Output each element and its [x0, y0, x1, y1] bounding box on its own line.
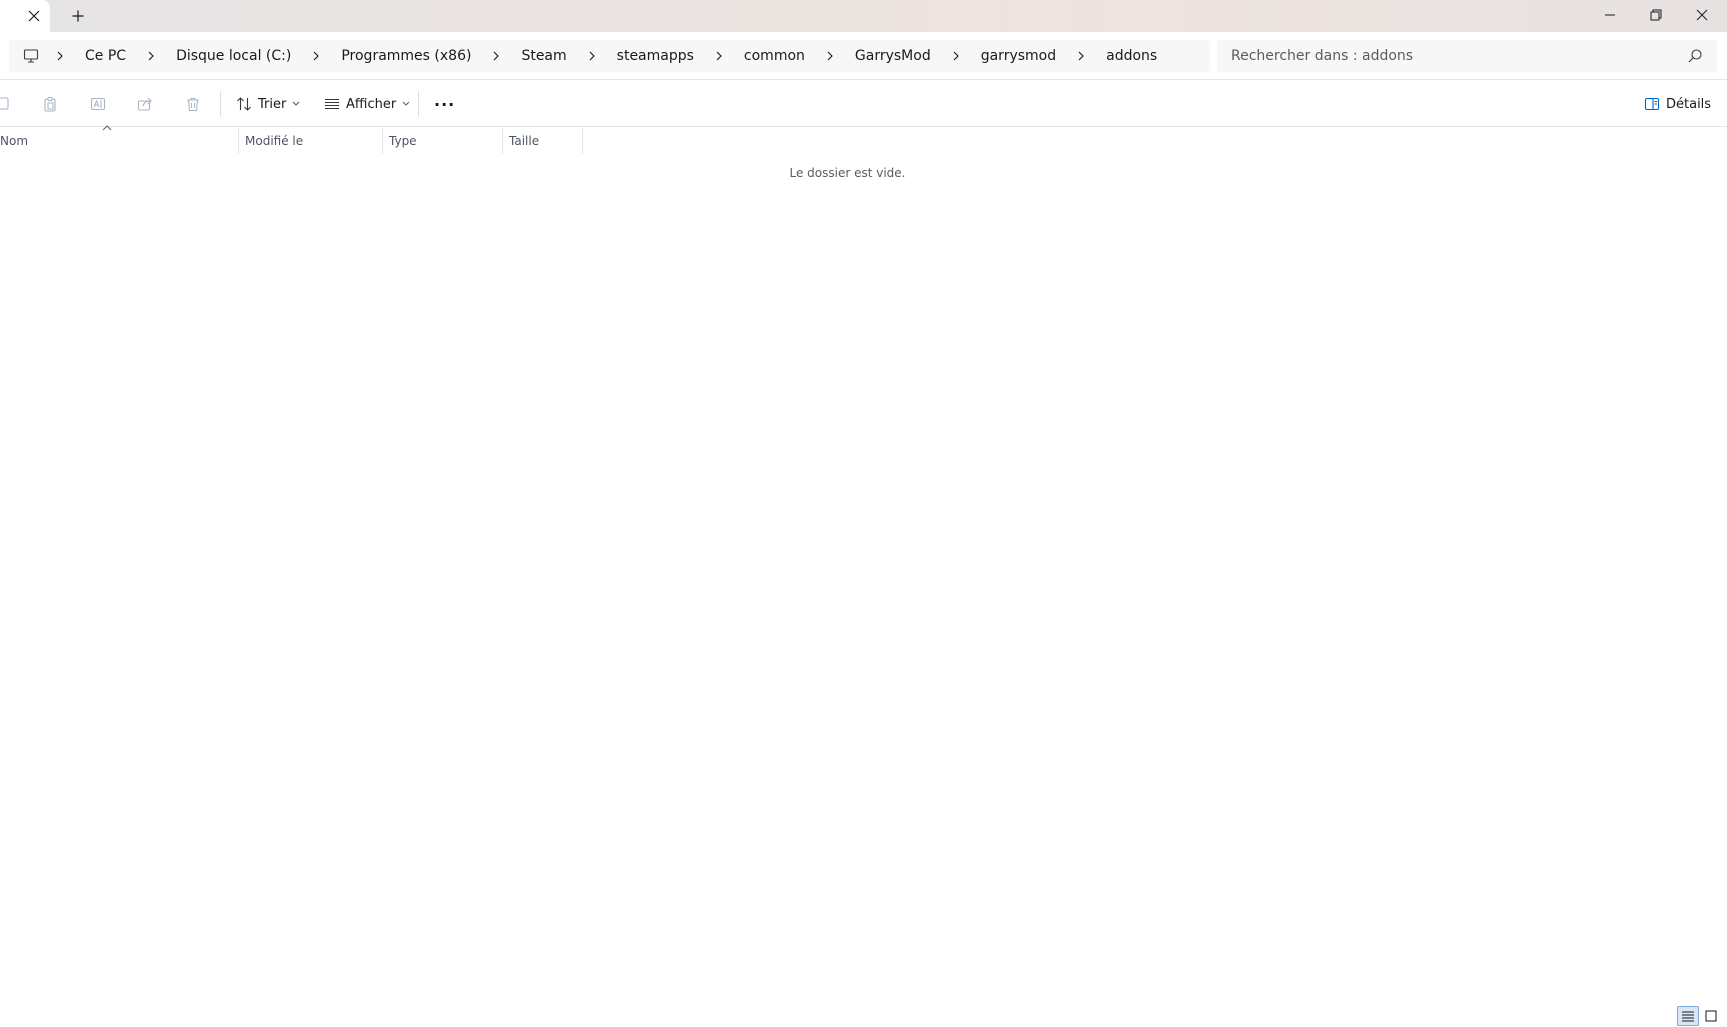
- close-window-button[interactable]: [1679, 0, 1725, 30]
- delete-button[interactable]: [181, 92, 205, 116]
- search-icon[interactable]: [1687, 48, 1703, 64]
- breadcrumb-separator[interactable]: [485, 40, 507, 72]
- column-header-name-label: Nom: [0, 134, 29, 148]
- toolbar-divider: [418, 91, 419, 117]
- view-label: Afficher: [346, 96, 397, 112]
- rename-icon: [90, 97, 106, 111]
- active-tab[interactable]: [0, 0, 50, 32]
- details-view-toggle[interactable]: [1677, 1006, 1699, 1026]
- chevron-down-icon: [292, 101, 300, 106]
- address-bar[interactable]: Ce PC Disque local (C:) Programmes (x86)…: [9, 40, 1210, 72]
- command-bar: Trier Afficher ··· Détails: [0, 80, 1727, 127]
- chevron-right-icon: [589, 51, 595, 61]
- breadcrumb-separator[interactable]: [305, 40, 327, 72]
- breadcrumb-separator[interactable]: [581, 40, 603, 72]
- sort-icon: [237, 97, 251, 111]
- sort-button[interactable]: Trier: [236, 88, 300, 120]
- column-header-type-label: Type: [389, 134, 417, 148]
- breadcrumb-item[interactable]: Steam: [507, 40, 580, 72]
- chevron-right-icon: [313, 51, 320, 61]
- copy-button[interactable]: [0, 92, 16, 116]
- new-tab-button[interactable]: [68, 6, 88, 26]
- details-pane-button[interactable]: Détails: [1644, 88, 1711, 120]
- breadcrumb-item[interactable]: GarrysMod: [841, 40, 945, 72]
- restore-button[interactable]: [1633, 0, 1679, 30]
- chevron-down-icon: [402, 101, 410, 106]
- minimize-icon: [1605, 14, 1615, 16]
- details-label: Détails: [1666, 96, 1712, 112]
- breadcrumb-separator[interactable]: [140, 40, 162, 72]
- details-view-icon: [1682, 1011, 1694, 1022]
- column-header-size[interactable]: Taille: [503, 128, 583, 154]
- breadcrumb-item[interactable]: Disque local (C:): [162, 40, 305, 72]
- more-options-icon: ···: [434, 94, 456, 114]
- paste-icon: [44, 97, 56, 112]
- chevron-right-icon: [953, 51, 959, 61]
- chevron-right-icon: [148, 51, 154, 61]
- search-placeholder: Rechercher dans : addons: [1231, 48, 1414, 64]
- breadcrumb-item[interactable]: steamapps: [603, 40, 708, 72]
- breadcrumb-separator[interactable]: [819, 40, 841, 72]
- pc-icon-glyph: [23, 49, 39, 63]
- breadcrumb-separator[interactable]: [1070, 40, 1092, 72]
- breadcrumb-separator[interactable]: [49, 40, 71, 72]
- rename-button[interactable]: [86, 92, 110, 116]
- close-icon: [1696, 9, 1708, 21]
- details-pane-icon: [1644, 97, 1660, 111]
- empty-folder-message: Le dossier est vide.: [789, 166, 906, 180]
- column-header-size-label: Taille: [509, 134, 540, 148]
- chevron-right-icon: [1078, 51, 1084, 61]
- chevron-right-icon: [827, 51, 833, 61]
- restore-icon: [1650, 9, 1662, 21]
- breadcrumb-item[interactable]: common: [730, 40, 819, 72]
- pc-icon[interactable]: [13, 40, 49, 72]
- view-icon: [325, 98, 339, 110]
- chevron-right-icon: [494, 51, 500, 61]
- breadcrumb-item[interactable]: Ce PC: [71, 40, 140, 72]
- minimize-button[interactable]: [1587, 0, 1633, 30]
- tiles-view-icon: [1705, 1010, 1717, 1022]
- copy-icon: [0, 97, 9, 110]
- paste-button[interactable]: [38, 92, 62, 116]
- close-tab-button[interactable]: [24, 6, 44, 26]
- delete-icon: [187, 97, 199, 112]
- search-box[interactable]: Rechercher dans : addons: [1217, 40, 1717, 72]
- address-row: Ce PC Disque local (C:) Programmes (x86)…: [0, 32, 1727, 80]
- breadcrumb-separator[interactable]: [708, 40, 730, 72]
- title-bar: [0, 0, 1727, 32]
- column-header-row: Nom Modifié le Type Taille: [0, 125, 1727, 154]
- column-header-modified-label: Modifié le: [245, 134, 304, 148]
- breadcrumb-separator[interactable]: [945, 40, 967, 72]
- breadcrumb-item[interactable]: Programmes (x86): [327, 40, 485, 72]
- chevron-right-icon: [716, 51, 722, 61]
- share-button[interactable]: [133, 92, 157, 116]
- chevron-right-icon: [57, 51, 63, 61]
- tiles-view-toggle[interactable]: [1700, 1006, 1722, 1026]
- breadcrumb-item-current[interactable]: addons: [1092, 40, 1171, 72]
- sort-label: Trier: [258, 96, 287, 112]
- sort-ascending-icon: [102, 125, 112, 131]
- toolbar-divider: [220, 91, 221, 117]
- share-icon: [137, 97, 152, 111]
- column-header-modified[interactable]: Modifié le: [239, 128, 383, 154]
- breadcrumb-item[interactable]: garrysmod: [967, 40, 1070, 72]
- view-button[interactable]: Afficher: [324, 88, 410, 120]
- plus-icon: [72, 10, 84, 22]
- column-header-type[interactable]: Type: [383, 128, 503, 154]
- column-header-name[interactable]: Nom: [0, 125, 239, 154]
- more-options-button[interactable]: ···: [434, 88, 455, 120]
- close-icon: [28, 10, 40, 22]
